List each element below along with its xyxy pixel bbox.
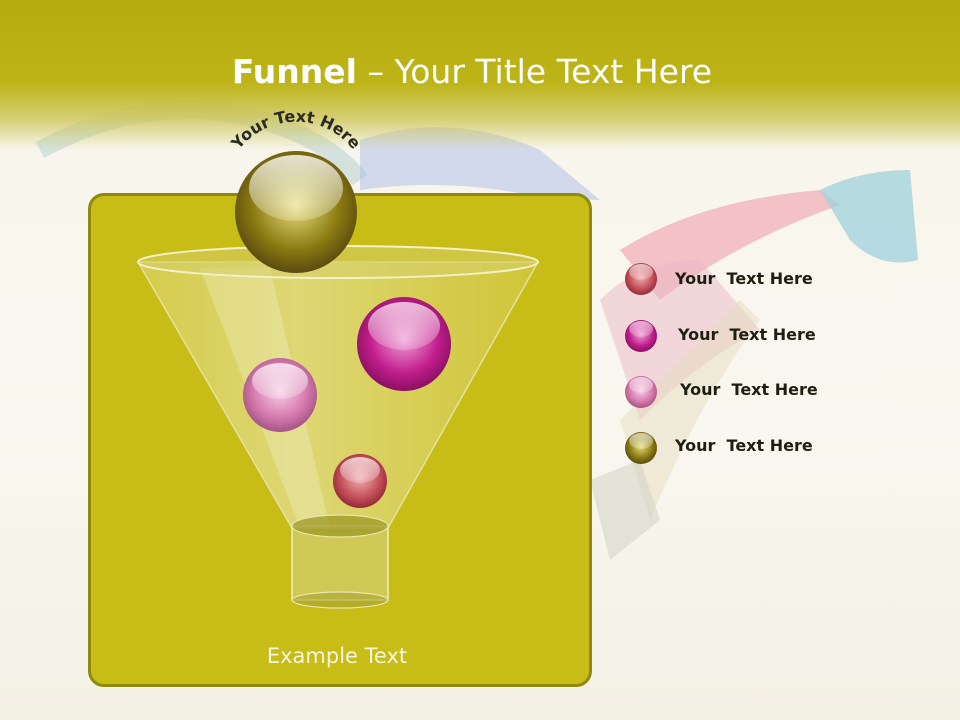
legend-ball-magenta xyxy=(625,320,657,352)
ball-magenta xyxy=(357,297,451,391)
ball-pink xyxy=(243,358,317,432)
funnel-diagram: Your Text Here xyxy=(136,106,657,609)
legend-ball-red xyxy=(625,263,657,295)
ball-red xyxy=(333,454,387,508)
slide: Funnel – Your Title Text Here Your Text … xyxy=(0,0,960,720)
legend-ball-gold xyxy=(625,432,657,464)
cylinder-bottom xyxy=(291,591,389,609)
arc-title-text: Your Text Here xyxy=(227,106,365,153)
legend-ball-pink xyxy=(625,376,657,408)
example-text: Example Text xyxy=(266,644,408,668)
legend-label-4: Your Text Here xyxy=(675,436,813,455)
legend-label-2: Your Text Here xyxy=(678,325,816,344)
legend-label-1: Your Text Here xyxy=(675,269,813,288)
ball-gold-top xyxy=(235,151,357,273)
cylinder-top xyxy=(291,514,389,538)
legend-label-3: Your Text Here xyxy=(680,380,818,399)
